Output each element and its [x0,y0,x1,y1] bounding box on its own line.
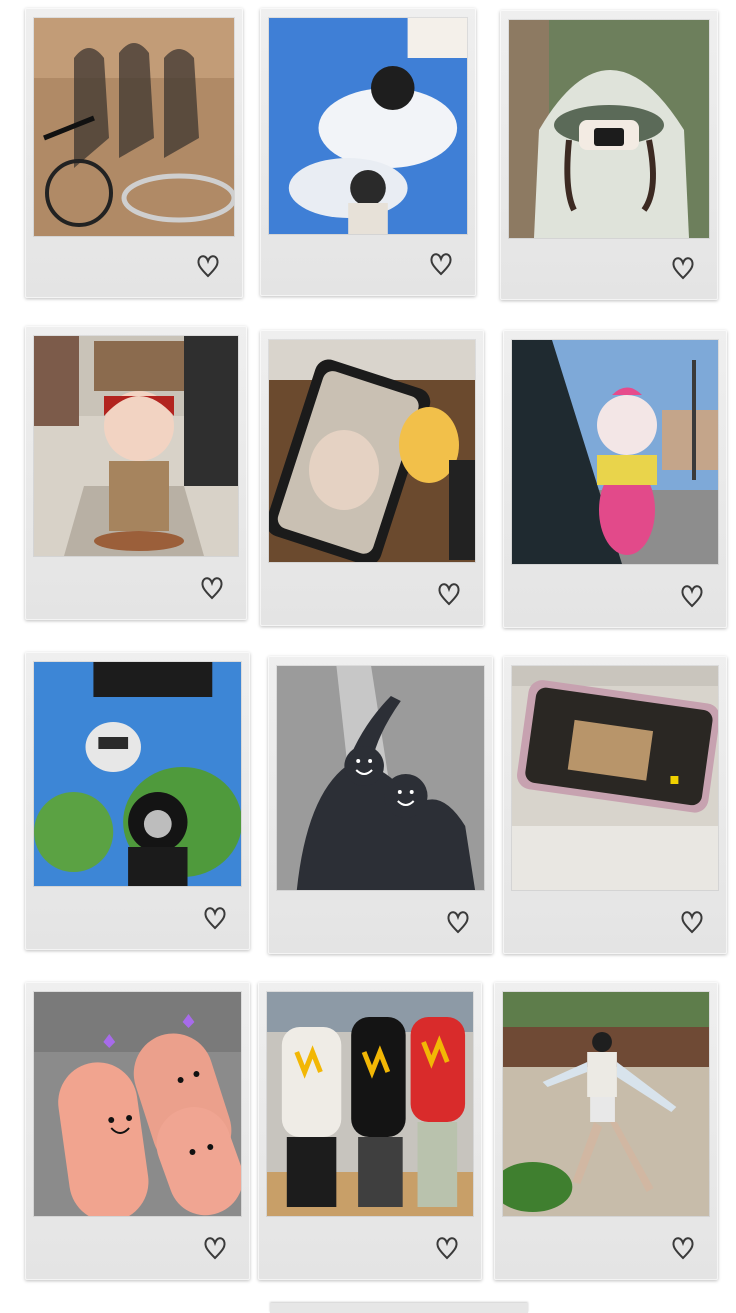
photo[interactable] [508,19,710,239]
photo[interactable] [33,661,242,887]
heart-icon[interactable] [202,1234,228,1262]
polaroid-card[interactable] [503,656,727,954]
polaroid-card[interactable] [25,652,250,950]
heart-icon[interactable] [670,1234,696,1262]
polaroid-card[interactable] [494,982,718,1280]
polaroid-card[interactable] [503,330,727,628]
photo[interactable] [268,339,476,563]
polaroid-card[interactable] [25,982,250,1280]
heart-icon[interactable] [670,254,696,282]
photo[interactable] [276,665,485,891]
photo[interactable] [511,339,719,565]
polaroid-card[interactable] [25,8,243,298]
polaroid-card[interactable] [25,326,247,620]
heart-icon[interactable] [679,582,705,610]
photo[interactable] [511,665,719,891]
photo[interactable] [33,991,242,1217]
photo[interactable] [266,991,474,1217]
photo[interactable] [268,17,468,235]
photo[interactable] [33,17,235,237]
heart-icon[interactable] [434,1234,460,1262]
polaroid-card[interactable] [260,330,484,626]
heart-icon[interactable] [436,580,462,608]
photo[interactable] [502,991,710,1217]
heart-icon[interactable] [195,252,221,280]
heart-icon[interactable] [679,908,705,936]
next-card-peek [270,1303,528,1313]
heart-icon[interactable] [202,904,228,932]
heart-icon[interactable] [199,574,225,602]
polaroid-card[interactable] [268,656,493,954]
polaroid-card[interactable] [258,982,482,1280]
polaroid-card[interactable] [260,8,476,296]
photo[interactable] [33,335,239,557]
heart-icon[interactable] [445,908,471,936]
polaroid-card[interactable] [500,10,718,300]
heart-icon[interactable] [428,250,454,278]
